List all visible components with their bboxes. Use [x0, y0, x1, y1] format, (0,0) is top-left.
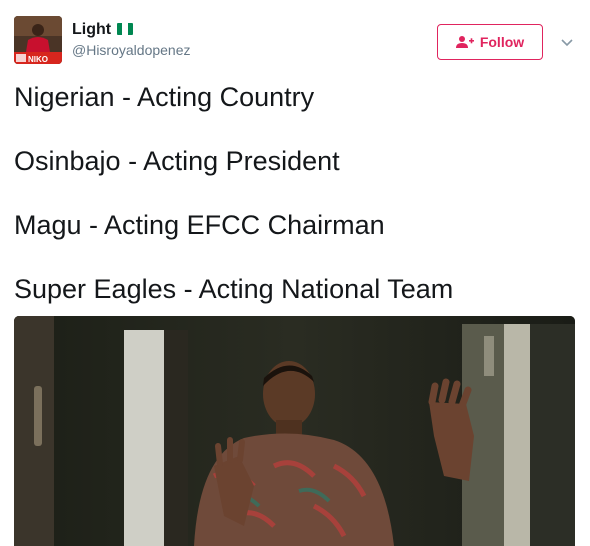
follow-label: Follow	[479, 34, 525, 50]
add-person-icon	[455, 36, 474, 48]
svg-text:NIKO: NIKO	[28, 55, 48, 64]
tweet-card: NIKO Light @Hisroyaldopenez Follow Niger…	[0, 0, 590, 546]
tweet-text: Nigerian - Acting Country Osinbajo - Act…	[14, 80, 574, 336]
username[interactable]: @Hisroyaldopenez	[72, 42, 191, 58]
tweet-line: Nigerian - Acting Country	[14, 82, 315, 112]
display-name-row: Light	[72, 19, 191, 41]
user-meta: Light @Hisroyaldopenez	[72, 19, 191, 58]
display-name[interactable]: Light	[72, 21, 111, 39]
nigeria-flag-icon	[117, 23, 134, 35]
avatar[interactable]: NIKO	[14, 16, 62, 64]
follow-button[interactable]: Follow	[437, 24, 543, 60]
tweet-header: NIKO Light @Hisroyaldopenez Follow	[14, 16, 576, 68]
photo-image	[14, 316, 575, 546]
tweet-line: Magu - Acting EFCC Chairman	[14, 210, 385, 240]
chevron-down-icon	[561, 39, 573, 47]
tweet-line: Osinbajo - Acting President	[14, 146, 340, 176]
more-options-button[interactable]	[559, 34, 575, 50]
tweet-line: Super Eagles - Acting National Team	[14, 274, 454, 304]
tweet-media-photo[interactable]	[14, 316, 575, 546]
profile-photo-icon: NIKO	[14, 16, 62, 64]
